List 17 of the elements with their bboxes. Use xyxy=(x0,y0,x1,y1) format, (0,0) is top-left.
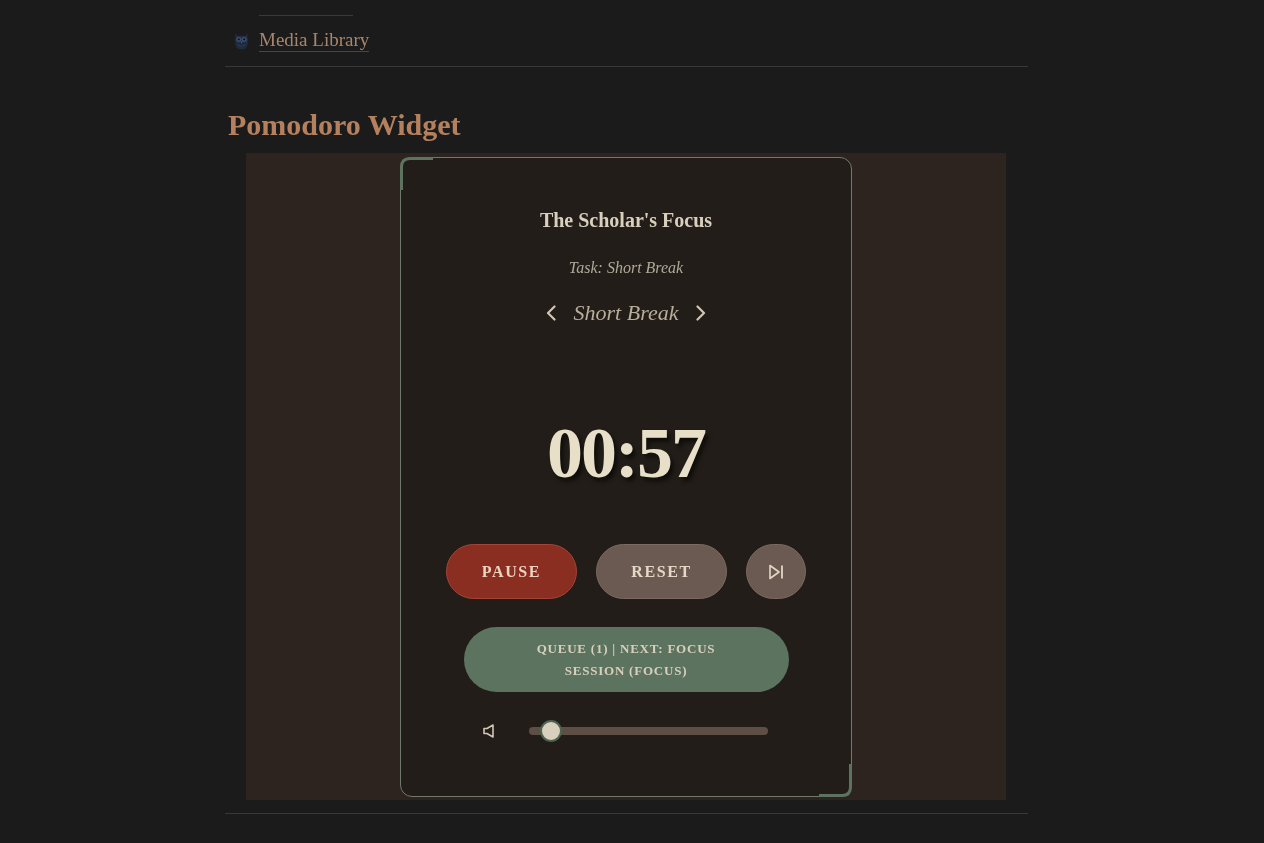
media-library-link[interactable]: Media Library xyxy=(259,28,370,52)
corner-ornament xyxy=(819,764,852,797)
owl-icon xyxy=(233,30,250,50)
skip-next-icon xyxy=(768,563,784,580)
speaker-icon xyxy=(483,724,495,738)
task-label: Task: Short Break xyxy=(568,258,684,278)
chevron-right-icon xyxy=(696,305,707,321)
widget-title: The Scholar's Focus xyxy=(539,208,713,233)
chevron-left-icon xyxy=(545,305,556,321)
reset-button[interactable]: RESET xyxy=(596,544,727,599)
mode-label: Short Break xyxy=(573,299,679,327)
volume-slider-thumb[interactable] xyxy=(539,720,562,742)
countdown-time: 00:57 xyxy=(547,413,705,493)
pause-button[interactable]: PAUSE xyxy=(446,544,577,599)
page-heading: Pomodoro Widget xyxy=(228,107,461,143)
corner-ornament xyxy=(400,157,433,190)
queue-button[interactable]: QUEUE (1) | NEXT: FOCUS SESSION (FOCUS) xyxy=(463,627,789,692)
